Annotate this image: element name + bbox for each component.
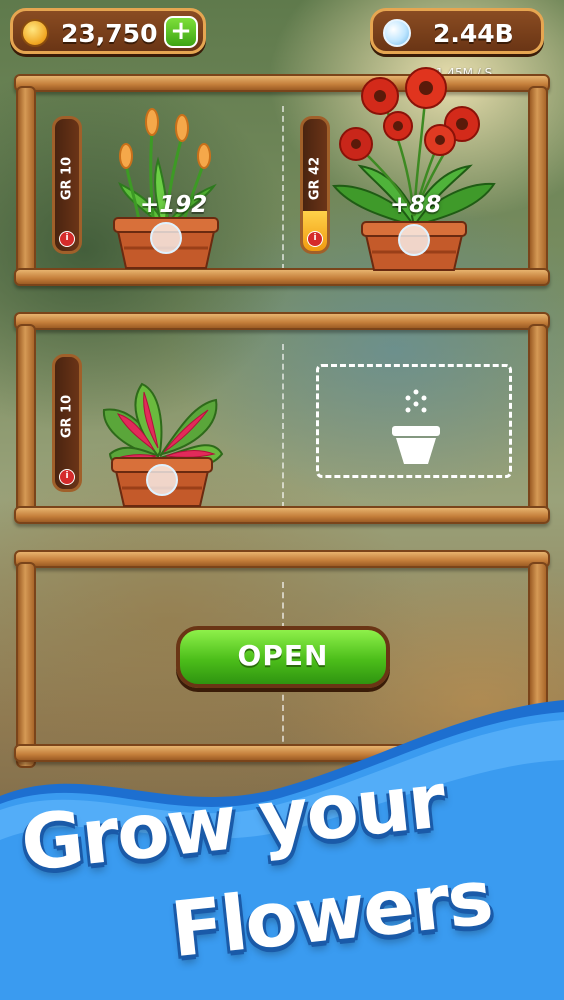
slot-divider xyxy=(282,344,284,508)
orange-tulip-plant[interactable] xyxy=(96,100,236,270)
info-icon[interactable]: i xyxy=(59,231,75,247)
bubble-icon[interactable] xyxy=(398,224,430,256)
caladium-plant[interactable] xyxy=(98,370,228,510)
tulip-buds xyxy=(119,108,211,169)
coin-amount: 23,750 xyxy=(61,19,158,48)
bubble-icon xyxy=(383,19,411,47)
slot-divider xyxy=(282,106,284,270)
shelf-post-right xyxy=(528,86,548,282)
shelf-post-right xyxy=(528,324,548,520)
bubble-icon[interactable] xyxy=(150,222,182,254)
grade-label: GR 42 xyxy=(307,156,323,201)
empty-pot-seeds-icon xyxy=(392,389,440,464)
bubble-icon[interactable] xyxy=(146,464,178,496)
grade-bar[interactable]: GR 10 i xyxy=(52,116,82,254)
info-icon[interactable]: i xyxy=(59,469,75,485)
shelf-post-left xyxy=(16,86,36,282)
coin-counter: 23,750 + xyxy=(10,8,206,54)
plus-icon: + xyxy=(170,16,192,46)
red-gerbera-plant[interactable] xyxy=(330,66,500,272)
shelf-bottom-plank xyxy=(14,506,550,524)
grade-bar[interactable]: GR 10 i xyxy=(52,354,82,492)
grade-bar[interactable]: GR 42 i xyxy=(300,116,330,254)
gain-amount: +192 xyxy=(140,192,208,218)
add-coins-button[interactable]: + xyxy=(164,16,198,48)
bubble-amount: 2.44B xyxy=(433,19,514,48)
bubble-counter: 2.44B xyxy=(370,8,544,54)
grade-label: GR 10 xyxy=(59,156,75,201)
open-shelf-button[interactable]: OPEN xyxy=(176,626,390,688)
gain-amount: +88 xyxy=(390,192,442,218)
gerbera-flowers xyxy=(339,67,480,161)
shelf-top-plank xyxy=(14,312,550,330)
shelf-top-plank xyxy=(14,550,550,568)
info-icon[interactable]: i xyxy=(307,231,323,247)
grade-label: GR 10 xyxy=(59,394,75,439)
gold-coin-icon xyxy=(21,19,49,47)
shelf-post-left xyxy=(16,324,36,520)
